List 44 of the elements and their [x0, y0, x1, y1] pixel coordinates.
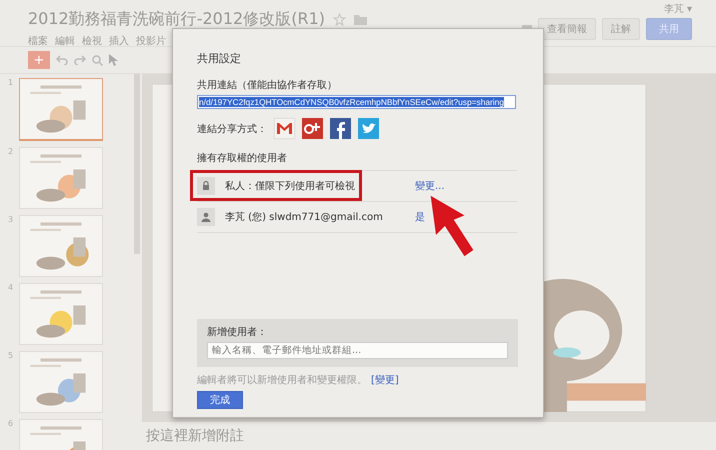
folder-icon[interactable] [354, 14, 367, 25]
menu-item[interactable]: 投影片 [136, 34, 166, 48]
menu-item[interactable]: 檢視 [82, 34, 102, 48]
zoom-icon[interactable] [92, 54, 103, 66]
slide-number: 4 [8, 283, 14, 294]
add-people-field[interactable]: 輸入名稱、電子郵件地址或群組... [207, 342, 508, 359]
done-button[interactable]: 完成 [197, 391, 243, 409]
slide-number: 3 [8, 215, 14, 226]
editor-note: 編輯者將可以新增使用者和變更權限。 [197, 374, 367, 387]
present-button[interactable]: 查看簡報 [538, 18, 596, 40]
user-name[interactable]: 李芃 ▾ [664, 2, 692, 16]
access-text: 私人：僅限下列使用者可檢視 [225, 180, 356, 193]
slide-number: 6 [8, 419, 14, 430]
access-text: 李芃 (您) slwdm771@gmail.com [225, 210, 384, 224]
bird-icon[interactable] [358, 118, 379, 139]
link-label: 共用連結（僅能由協作者存取） [197, 78, 338, 92]
slide-number: 5 [8, 351, 14, 362]
notes-placeholder[interactable]: 按這裡新增附註 [146, 427, 244, 445]
mail-icon[interactable] [274, 118, 295, 139]
share-button[interactable]: 共用 [646, 18, 692, 40]
pointer-icon[interactable] [109, 54, 118, 66]
person-icon [197, 208, 215, 226]
dialog-title: 共用設定 [197, 51, 242, 66]
plus-icon[interactable] [302, 118, 323, 139]
share-via-label: 連結分享方式： [197, 122, 267, 136]
comments-button[interactable]: 註解 [602, 18, 640, 40]
access-heading: 擁有存取權的使用者 [197, 151, 517, 171]
document-title: 2012勤務福青洗碗前行-2012修改版(R1) [28, 9, 325, 30]
link-field[interactable]: n/d/197YC2fqz1QHTOcmCdYNSQB0vfzRcemhpNBbfYnSEeCw/edit?usp=sharing [197, 95, 516, 109]
access-link[interactable]: 變更... [415, 179, 445, 193]
new-slide-button[interactable]: + [28, 51, 50, 69]
lock-icon [197, 177, 215, 195]
menu-item[interactable]: 編輯 [55, 34, 75, 48]
undo-icon[interactable] [56, 55, 68, 65]
slide-number: 1 [8, 78, 14, 89]
menu-item[interactable]: 插入 [109, 34, 129, 48]
redo-icon[interactable] [74, 55, 86, 65]
facebook-icon[interactable] [330, 118, 351, 139]
slide-number: 2 [8, 147, 14, 158]
menu-item[interactable]: 檔案 [28, 34, 48, 48]
add-people-label: 新增使用者： [207, 326, 268, 339]
access-link[interactable]: 是 [415, 210, 425, 224]
star-icon[interactable] [333, 13, 346, 26]
change-link[interactable]: [變更] [371, 373, 399, 387]
